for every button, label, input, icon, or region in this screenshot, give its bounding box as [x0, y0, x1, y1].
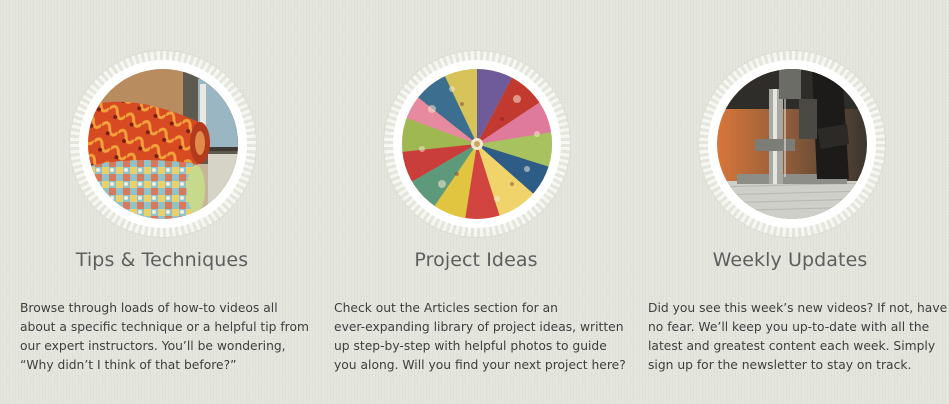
feature-title[interactable]: Project Ideas — [326, 249, 626, 271]
fabric-bolts-image — [88, 69, 238, 219]
feature-description: Check out the Articles section for an ev… — [334, 301, 626, 372]
feature-title[interactable]: Tips & Techniques — [12, 249, 312, 271]
feature-weekly-updates: Weekly Updates Did you see this week’s n… — [640, 0, 947, 404]
feature-description: Browse through loads of how-to videos al… — [20, 301, 309, 372]
quilt-pinwheel-image — [402, 69, 552, 219]
feature-project-ideas: Project Ideas Check out the Articles sec… — [326, 0, 626, 404]
weekly-photo-frame[interactable] — [699, 51, 885, 237]
feature-tips-techniques: Tips & Techniques Browse through loads o… — [12, 0, 312, 404]
project-photo-frame[interactable] — [384, 51, 570, 237]
feature-title[interactable]: Weekly Updates — [640, 249, 940, 271]
sewing-machine-image — [717, 69, 867, 219]
feature-description: Did you see this week’s new videos? If n… — [648, 301, 948, 372]
tips-photo-frame[interactable] — [70, 51, 256, 237]
